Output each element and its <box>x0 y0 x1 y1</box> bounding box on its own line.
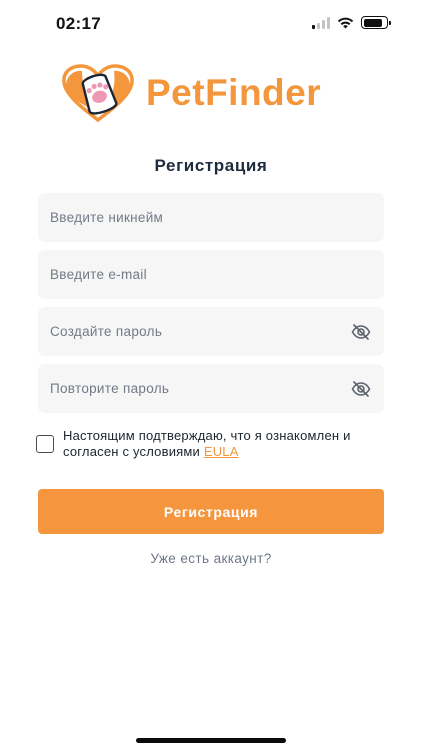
eula-label: Настоящим подтверждаю, что я ознакомлен … <box>63 428 388 460</box>
status-icons <box>312 16 391 29</box>
eula-link[interactable]: EULA <box>204 444 239 459</box>
repeat-password-input[interactable] <box>50 381 351 396</box>
login-link[interactable]: Уже есть аккаунт? <box>0 551 422 566</box>
email-field-container[interactable] <box>38 250 384 299</box>
page-title: Регистрация <box>154 156 268 175</box>
signal-icon <box>312 16 330 29</box>
password-field-container[interactable] <box>38 307 384 356</box>
status-time: 02:17 <box>56 14 101 33</box>
email-input[interactable] <box>50 267 371 282</box>
password-input[interactable] <box>50 324 351 339</box>
eye-off-icon[interactable] <box>351 323 371 340</box>
eula-checkbox[interactable] <box>36 435 54 453</box>
nickname-field-container[interactable] <box>38 193 384 242</box>
eula-consent: Настоящим подтверждаю, что я ознакомлен … <box>36 428 388 460</box>
repeat-password-field-container[interactable] <box>38 364 384 413</box>
brand-logo: PetFinder <box>60 64 321 122</box>
home-indicator <box>136 738 286 743</box>
battery-icon <box>361 16 391 29</box>
eye-off-icon[interactable] <box>351 380 371 397</box>
status-bar: 02:17 <box>0 0 422 46</box>
wifi-icon <box>337 17 354 28</box>
register-button[interactable]: Регистрация <box>38 489 384 534</box>
heart-paw-icon <box>62 64 134 122</box>
brand-name: PetFinder <box>146 72 322 113</box>
nickname-input[interactable] <box>50 210 371 225</box>
